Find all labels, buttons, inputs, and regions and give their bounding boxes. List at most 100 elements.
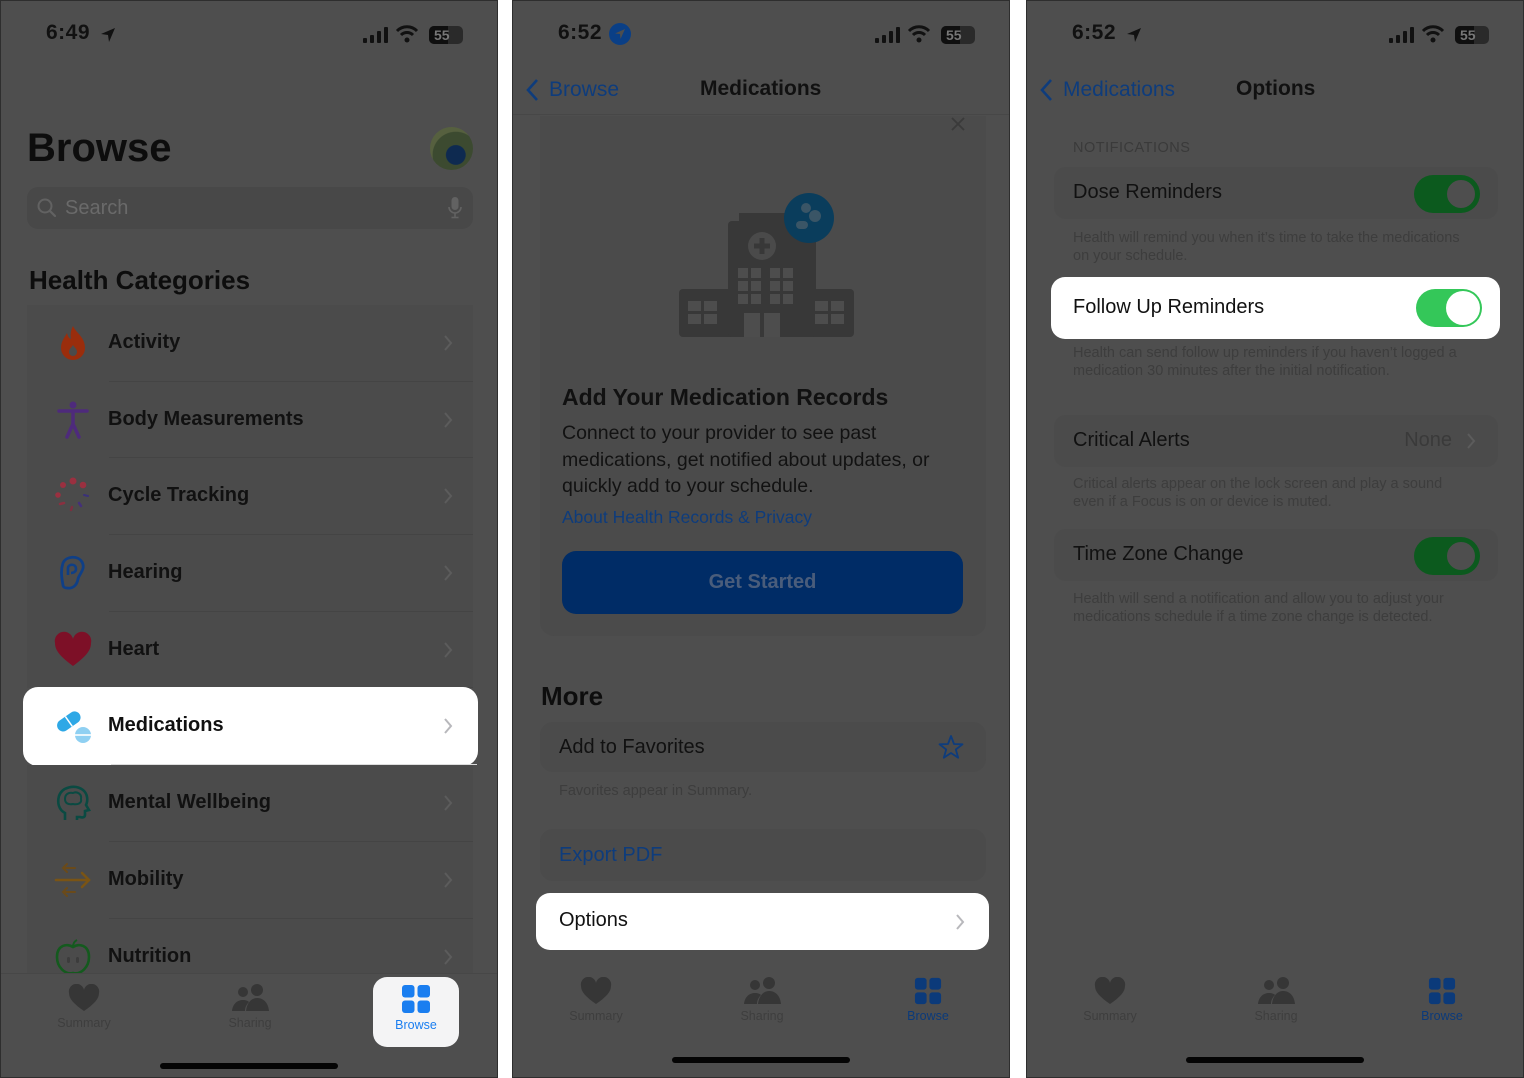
cellular-signal-icon [875,27,900,43]
row-label: Time Zone Change [1073,543,1244,565]
section-header: NOTIFICATIONS [1073,140,1191,156]
category-medications[interactable]: Medications [24,688,477,766]
category-heart[interactable]: Heart [27,611,473,689]
row-note: Critical alerts appear on the lock scree… [1073,476,1443,510]
search-placeholder: Search [65,197,129,219]
battery-icon: 55 [941,26,975,44]
section-title: Health Categories [29,265,251,295]
tab-sharing[interactable]: Sharing [717,973,807,1039]
back-button[interactable]: Browse [525,75,619,105]
grid-icon [1428,977,1456,1005]
cellular-signal-icon [1389,27,1414,43]
page-title: Browse [27,126,172,170]
status-time: 6:49 [46,21,91,44]
tab-summary[interactable]: Summary [551,973,641,1039]
screen-browse: 6:49 55 Browse Search Health Categories … [0,0,498,1078]
category-mental-wellbeing[interactable]: Mental Wellbeing [27,765,473,842]
back-label: Medications [1063,78,1176,101]
back-label: Browse [549,78,620,101]
category-activity[interactable]: Activity [27,305,473,382]
category-hearing[interactable]: Hearing [27,535,473,612]
arrows-icon [54,862,91,897]
profile-avatar[interactable] [430,127,473,170]
search-icon [37,198,57,218]
status-time: 6:52 [558,21,603,44]
chevron-right-icon [444,872,453,888]
category-label: Activity [108,331,181,353]
section-title: More [541,681,604,711]
category-body-measurements[interactable]: Body Measurements [27,381,473,459]
back-button[interactable]: Medications [1039,75,1175,105]
card-title: Add Your Medication Records [562,384,889,410]
grid-icon [914,977,942,1005]
location-arrow-icon [101,28,115,42]
chevron-right-icon [444,412,453,428]
chevron-right-icon [444,795,453,811]
ear-icon [60,555,85,590]
status-time: 6:52 [1072,21,1117,44]
tab-browse[interactable]: Browse [1397,973,1487,1039]
add-to-favorites-row[interactable]: Add to Favorites [540,722,986,772]
pills-icon [57,711,91,744]
tab-label: Sharing [1254,1009,1298,1023]
heart-icon [1094,977,1126,1004]
get-started-button[interactable]: Get Started [562,551,963,614]
hospital-illustration [679,193,854,337]
tab-summary[interactable]: Summary [1065,973,1155,1039]
battery-icon: 55 [1455,26,1489,44]
category-label: Mobility [108,867,184,890]
chevron-right-icon [956,914,965,930]
tab-label: Sharing [228,1016,272,1030]
home-indicator [160,1063,338,1069]
row-label: Follow Up Reminders [1073,296,1265,318]
category-label: Medications [108,714,224,737]
tab-summary[interactable]: Summary [39,980,129,1046]
grid-icon [402,985,430,1013]
about-health-records-link[interactable]: About Health Records & Privacy [562,507,812,528]
chevron-right-icon [444,488,453,505]
row-label: Dose Reminders [1073,181,1222,203]
tab-label: Browse [907,1009,949,1023]
time-zone-change-toggle[interactable] [1414,537,1480,575]
category-label: Mental Wellbeing [108,791,271,814]
close-icon[interactable] [950,116,966,132]
chevron-right-icon [1467,433,1476,449]
category-cycle-tracking[interactable]: Cycle Tracking [27,458,473,536]
tab-browse[interactable]: Browse [373,977,459,1047]
search-input[interactable]: Search [27,187,473,229]
star-icon[interactable] [938,734,964,760]
chevron-right-icon [444,642,453,658]
microphone-icon[interactable] [447,196,463,220]
follow-up-reminders-toggle[interactable] [1416,289,1482,327]
category-label: Nutrition [108,944,192,967]
critical-alerts-row[interactable]: Critical Alerts None [1054,415,1498,467]
home-indicator [672,1057,850,1063]
screen-medications: 6:52 55 Browse Medications Add Your Medi… [512,0,1010,1078]
nav-title: Medications [700,77,822,100]
home-indicator [1186,1057,1364,1063]
navigation-bar: Browse Medications [513,67,1009,115]
tab-sharing[interactable]: Sharing [205,980,295,1046]
dose-reminders-toggle[interactable] [1414,175,1480,213]
chevron-left-icon [1040,79,1052,101]
options-row[interactable]: Options [536,893,989,950]
status-bar: 6:49 55 [1,19,497,51]
location-arrow-icon [1127,28,1141,42]
tab-sharing[interactable]: Sharing [1231,973,1321,1039]
flame-icon [61,326,85,360]
tab-browse[interactable]: Browse [883,973,973,1039]
status-bar: 6:52 55 [1027,19,1523,51]
category-mobility[interactable]: Mobility [27,841,473,919]
chevron-right-icon [444,948,453,965]
category-label: Cycle Tracking [108,484,250,507]
export-pdf-row[interactable]: Export PDF [540,829,986,881]
follow-up-reminders-row: Follow Up Reminders [1051,277,1500,339]
health-records-card: Add Your Medication Records Connect to y… [540,116,986,636]
screen-options: 6:52 55 Medications Options NOTIFICATION… [1026,0,1524,1078]
battery-level: 55 [434,27,450,43]
people-icon [232,984,269,1011]
dose-reminders-row: Dose Reminders [1054,167,1498,219]
row-label: Add to Favorites [559,736,705,758]
category-label: Hearing [108,561,183,584]
category-label: Body Measurements [108,407,304,430]
